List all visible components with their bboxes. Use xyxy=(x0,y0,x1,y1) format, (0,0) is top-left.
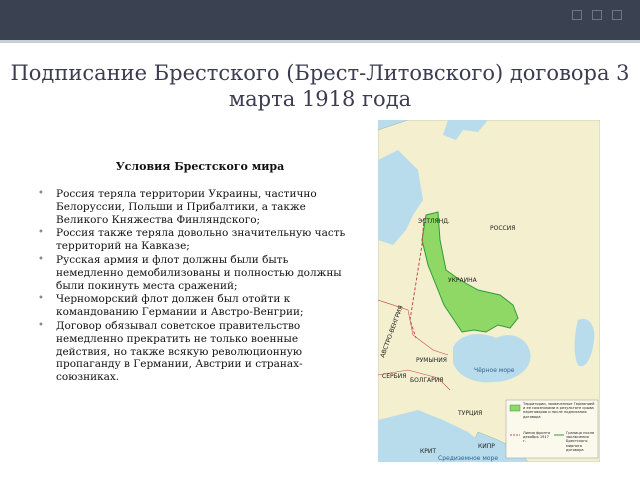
label-turkey: ТУРЦИЯ xyxy=(457,410,482,417)
square-icon xyxy=(572,10,582,20)
label-romania: РУМЫНИЯ xyxy=(416,357,447,364)
historical-map: РОССИЯ УКРАИНА ЭСТЛЯНД. АВСТРО-ВЕНГРИЯ Р… xyxy=(378,120,600,462)
label-ukraine: УКРАИНА xyxy=(448,277,478,284)
legend-item-3: Граница после заключения Брестского мирн… xyxy=(566,431,595,452)
list-item: Черноморский флот должен был отойти к ко… xyxy=(36,293,354,319)
legend-text: Граница после заключения Брестского мирн… xyxy=(566,431,595,452)
square-icon xyxy=(612,10,622,20)
top-bar xyxy=(0,0,640,40)
list-item: Россия также теряла довольно значительну… xyxy=(36,227,354,253)
section-heading: Условия Брестского мира xyxy=(115,160,285,173)
label-crete: КРИТ xyxy=(420,448,436,455)
legend-swatch-occupied xyxy=(509,404,521,412)
conditions-list: Россия теряла территории Украины, частич… xyxy=(36,188,354,385)
label-russia: РОССИЯ xyxy=(490,225,515,232)
label-black-sea: Чёрное море xyxy=(474,367,515,374)
list-item: Россия теряла территории Украины, частич… xyxy=(36,188,354,226)
label-bulgaria: БОЛГАРИЯ xyxy=(410,377,443,384)
legend-item-1: Территории, захваченные Германией и ее с… xyxy=(523,402,595,419)
label-estonia: ЭСТЛЯНД. xyxy=(418,218,450,225)
label-mediterranean: Средиземное море xyxy=(438,455,498,462)
legend-item-2: Линия фронта декабрь 1917 г. xyxy=(523,431,551,444)
square-icon xyxy=(592,10,602,20)
slide-title: Подписание Брестского (Брест-Литовского)… xyxy=(10,61,630,111)
list-item: Договор обязывал советское правительство… xyxy=(36,320,354,384)
label-serbia: СЕРБИЯ xyxy=(382,373,406,380)
top-bar-stripe xyxy=(0,40,640,43)
map-legend: Территории, захваченные Германией и ее с… xyxy=(505,399,599,459)
map-svg: РОССИЯ УКРАИНА ЭСТЛЯНД. АВСТРО-ВЕНГРИЯ Р… xyxy=(378,120,600,462)
label-cyprus: КИПР xyxy=(478,443,495,450)
list-item: Русская армия и флот должны были быть не… xyxy=(36,254,354,292)
legend-text: Территории, захваченные Германией и ее с… xyxy=(523,402,595,419)
legend-text: Линия фронта декабрь 1917 г. xyxy=(523,431,551,444)
decorative-squares xyxy=(572,10,622,20)
